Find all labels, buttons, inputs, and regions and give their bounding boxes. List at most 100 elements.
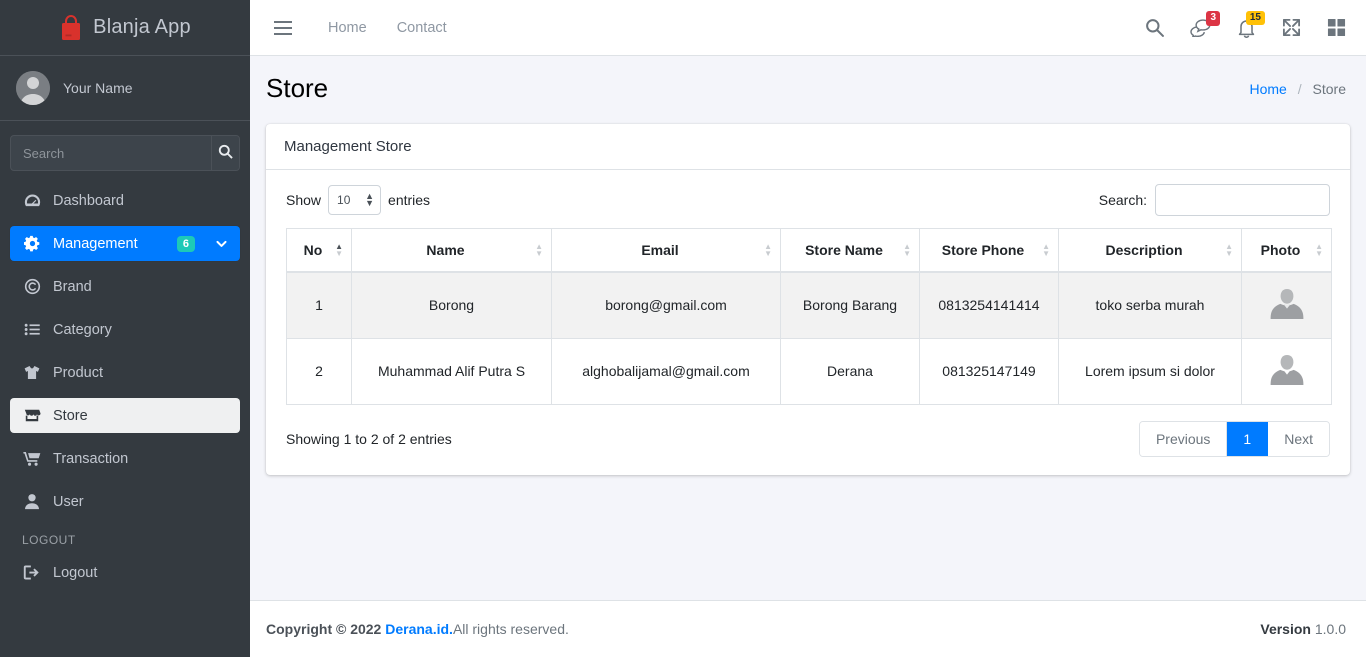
column-header-photo[interactable]: Photo ▲ ▼ <box>1241 228 1332 273</box>
search-icon[interactable] <box>1145 18 1164 37</box>
search-input[interactable] <box>1155 184 1330 216</box>
topnav-link-home[interactable]: Home <box>328 20 367 36</box>
sort-icon: ▲ ▼ <box>764 242 772 258</box>
sidebar-item-store[interactable]: Store <box>10 398 240 433</box>
version-label: Version <box>1260 621 1311 637</box>
expand-arrows-icon[interactable] <box>1282 18 1301 37</box>
topnav-link-contact[interactable]: Contact <box>397 20 447 36</box>
search-icon <box>218 144 233 162</box>
sidebar-item-label: Transaction <box>53 450 129 467</box>
cell-email: alghobalijamal@gmail.com <box>551 337 781 405</box>
page-title: Store <box>266 73 329 103</box>
sidebar-item-label: Store <box>53 407 88 424</box>
column-label: Description <box>1105 242 1183 258</box>
avatar <box>16 71 50 105</box>
table-body: 1 Borong borong@gmail.com Borong Barang … <box>286 271 1332 405</box>
entries-info: Showing 1 to 2 of 2 entries <box>286 430 452 447</box>
cell-no: 1 <box>286 271 352 339</box>
sidebar-item-management[interactable]: Management 6 <box>10 226 240 261</box>
sidebar-item-transaction[interactable]: Transaction <box>10 441 240 476</box>
pagination-page-1[interactable]: 1 <box>1227 421 1269 456</box>
column-header-store-name[interactable]: Store Name ▲ ▼ <box>780 228 920 273</box>
datatable-filter: Search: <box>1099 184 1330 216</box>
sidebar-item-label: User <box>53 493 84 510</box>
table-row[interactable]: 1 Borong borong@gmail.com Borong Barang … <box>286 271 1332 339</box>
cell-store-name: Derana <box>780 337 920 405</box>
breadcrumb-current: Store <box>1312 80 1346 97</box>
brand-logo[interactable]: Blanja App <box>0 0 250 56</box>
breadcrumb-separator: / <box>1297 80 1302 97</box>
column-header-store-phone[interactable]: Store Phone ▲ ▼ <box>919 228 1059 273</box>
user-panel[interactable]: Your Name <box>0 56 250 121</box>
sidebar-item-label: Brand <box>53 278 92 295</box>
datatable-footer: Showing 1 to 2 of 2 entries Previous 1 N… <box>286 420 1330 457</box>
user-icon <box>22 493 42 510</box>
entries-length-control: Show 10 25 50 100 ▲▼ entries <box>286 185 430 215</box>
management-store-card: Management Store Show 10 25 50 100 ▲▼ en… <box>266 124 1350 475</box>
user-avatar-placeholder-icon <box>1265 349 1309 393</box>
sidebar: Blanja App Your Name Search Dashboard Ma… <box>0 0 250 657</box>
grid-squares-icon[interactable] <box>1327 18 1346 37</box>
sidebar-item-dashboard[interactable]: Dashboard <box>10 183 240 218</box>
column-header-no[interactable]: No ▲ ▼ <box>286 228 352 273</box>
cell-store-name: Borong Barang <box>780 271 920 339</box>
bell-badge: 15 <box>1245 10 1265 25</box>
topbar-actions: 3 15 <box>1145 10 1346 38</box>
table-row[interactable]: 2 Muhammad Alif Putra S alghobalijamal@g… <box>286 337 1332 405</box>
hamburger-icon[interactable] <box>268 16 298 40</box>
column-label: Store Name <box>805 242 883 258</box>
sidebar-search-input[interactable] <box>11 136 211 170</box>
cell-photo <box>1241 337 1332 405</box>
user-avatar-placeholder-icon <box>1265 283 1309 327</box>
sidebar-item-logout[interactable]: Logout <box>10 555 240 590</box>
cell-name: Muhammad Alif Putra S <box>351 337 552 405</box>
entries-select-wrap[interactable]: 10 25 50 100 ▲▼ <box>328 185 382 215</box>
pagination-next[interactable]: Next <box>1268 421 1329 456</box>
column-label: Store Phone <box>941 242 1025 258</box>
entries-label: entries <box>388 192 431 208</box>
cell-store-phone: 0813254141414 <box>919 271 1059 339</box>
sidebar-item-user[interactable]: User <box>10 484 240 519</box>
sort-icon: ▲ ▼ <box>535 242 543 258</box>
footer-rights: All rights reserved. <box>452 621 569 637</box>
user-panel-name: Your Name <box>63 80 133 96</box>
store-table: No ▲ ▼ Name ▲ ▼ Email ▲ ▼ Store Name ▲ ▼… <box>286 228 1332 405</box>
chevron-down-icon[interactable] <box>215 237 228 250</box>
dashboard-icon <box>22 192 42 209</box>
sidebar-item-badge: 6 <box>176 235 195 252</box>
entries-select[interactable]: 10 25 50 100 <box>328 185 382 215</box>
sidebar-item-label: Category <box>53 321 112 338</box>
column-header-description[interactable]: Description ▲ ▼ <box>1058 228 1242 273</box>
pagination: Previous 1 Next <box>1138 420 1330 457</box>
sort-icon: ▲ ▼ <box>1315 242 1323 258</box>
footer-link[interactable]: Derana.id. <box>385 621 453 637</box>
column-header-email[interactable]: Email ▲ ▼ <box>551 228 781 273</box>
cell-name: Borong <box>351 271 552 339</box>
sort-icon: ▲ ▼ <box>1225 242 1233 258</box>
sidebar-item-label: Product <box>53 364 103 381</box>
pagination-previous[interactable]: Previous <box>1139 421 1228 456</box>
column-header-name[interactable]: Name ▲ ▼ <box>351 228 552 273</box>
cell-store-phone: 081325147149 <box>919 337 1059 405</box>
sidebar-search-button[interactable] <box>211 136 239 170</box>
sidebar-item-brand[interactable]: Brand <box>10 269 240 304</box>
main-area: Home Contact 3 15 Store Home / Store Man… <box>250 0 1366 657</box>
gear-icon <box>22 235 42 252</box>
copyright-circle-icon <box>22 278 42 295</box>
shopping-bag-icon <box>59 14 83 41</box>
list-ul-icon <box>22 321 42 338</box>
card-body: Show 10 25 50 100 ▲▼ entries Search: <box>266 170 1350 475</box>
comments-badge: 3 <box>1206 11 1220 26</box>
footer-copyright: Copyright © 2022 <box>266 621 382 637</box>
sidebar-search[interactable] <box>10 135 240 171</box>
comments-icon[interactable]: 3 <box>1190 11 1220 37</box>
sidebar-item-product[interactable]: Product <box>10 355 240 390</box>
breadcrumb-home[interactable]: Home <box>1250 81 1287 97</box>
sidebar-nav: Dashboard Management 6 Brand Category Pr… <box>0 181 250 590</box>
shopping-cart-icon <box>22 450 42 467</box>
bell-icon[interactable]: 15 <box>1237 10 1265 38</box>
store-icon <box>22 407 42 424</box>
sidebar-item-category[interactable]: Category <box>10 312 240 347</box>
cell-photo <box>1241 271 1332 339</box>
